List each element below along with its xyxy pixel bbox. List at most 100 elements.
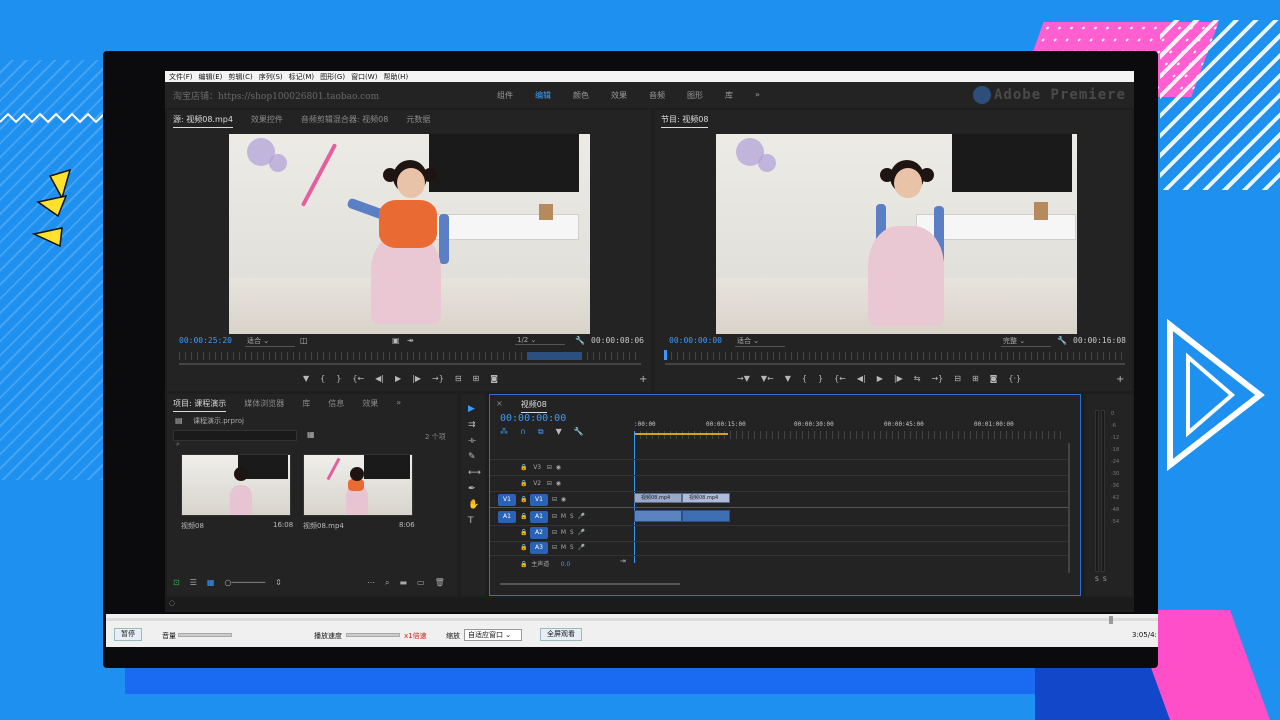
- source-patch-a1[interactable]: A1: [498, 511, 516, 523]
- track-a2-controls[interactable]: ⊟ M S 🎤: [552, 529, 585, 536]
- mark-in-icon[interactable]: {: [320, 374, 325, 383]
- workspace-tab-audio[interactable]: 音频: [649, 90, 665, 101]
- menu-item-sequence[interactable]: 序列(S): [259, 72, 283, 82]
- audio-clip[interactable]: [682, 510, 730, 522]
- fullscreen-button[interactable]: 全屏观看: [540, 628, 582, 641]
- program-fit-dropdown[interactable]: 适合 ⌄: [735, 336, 785, 347]
- export-frame-icon[interactable]: ▣: [392, 336, 400, 345]
- go-to-end-icon[interactable]: ⇥: [620, 557, 626, 565]
- pen-tool-icon[interactable]: ✒: [468, 484, 481, 494]
- sort-icon[interactable]: ⇕: [275, 578, 282, 587]
- menu-item-edit[interactable]: 编辑(E): [199, 72, 223, 82]
- tab-libraries[interactable]: 库: [302, 398, 310, 412]
- tab-info[interactable]: 信息: [328, 398, 344, 412]
- pause-button[interactable]: 暂停: [114, 628, 142, 641]
- wrench-icon[interactable]: 🔧: [1057, 336, 1067, 345]
- insert-clip-icon[interactable]: ⊟: [455, 374, 462, 383]
- add-button-icon[interactable]: +: [1116, 374, 1124, 385]
- tab-source[interactable]: 源: 视频08.mp4: [173, 114, 233, 128]
- razor-tool-icon[interactable]: ✎: [468, 452, 481, 462]
- slip-tool-icon[interactable]: ⟷: [468, 468, 481, 478]
- playback-progress-track[interactable]: [106, 618, 1158, 621]
- automate-icon[interactable]: ⋯: [367, 578, 375, 588]
- menu-item-file[interactable]: 文件(F): [169, 72, 193, 82]
- insert-icon[interactable]: ↠: [407, 336, 414, 345]
- timeline-ruler[interactable]: :00:00 00:00:15:00 00:00:30:00 00:00:45:…: [634, 421, 1064, 439]
- camera-icon[interactable]: ◙: [990, 374, 998, 383]
- track-a1-lock[interactable]: 🔒: [520, 513, 527, 520]
- mark-out-icon[interactable]: }: [336, 374, 341, 383]
- marker-icon[interactable]: ▼: [303, 374, 309, 383]
- video-clip[interactable]: 视频08.mp4: [682, 493, 730, 503]
- workspace-tab-assembly[interactable]: 组件: [497, 90, 513, 101]
- menu-item-graphics[interactable]: 图形(G): [320, 72, 345, 82]
- go-to-out-icon[interactable]: →}: [931, 374, 943, 383]
- timeline-timecode[interactable]: 00:00:00:00: [500, 413, 566, 424]
- extract-clip-icon[interactable]: ⊞: [972, 374, 979, 383]
- project-more-button[interactable]: »: [396, 398, 401, 412]
- track-a2-lock[interactable]: 🔒: [520, 529, 527, 536]
- extract-icon[interactable]: ▼←: [761, 374, 774, 383]
- workspace-tab-effects[interactable]: 效果: [611, 90, 627, 101]
- master-volume-value[interactable]: 0.0: [561, 561, 571, 568]
- zoom-slider-icon[interactable]: ○───────: [224, 578, 265, 587]
- tab-audio-clip-mixer[interactable]: 音频剪辑混合器: 视频08: [301, 114, 388, 128]
- source-current-timecode[interactable]: 00:00:25:20: [179, 336, 232, 345]
- solo-left-button[interactable]: S: [1095, 576, 1099, 583]
- source-quality-dropdown[interactable]: 1/2 ⌄: [515, 336, 565, 345]
- master-track-header[interactable]: 🔒 主声道 0.0: [520, 559, 570, 568]
- timeline-vertical-scrollbar[interactable]: [1068, 443, 1070, 573]
- trash-icon[interactable]: 🗑: [435, 578, 445, 588]
- workspace-tab-color[interactable]: 颜色: [573, 90, 589, 101]
- tab-sequence[interactable]: 视频08: [520, 399, 547, 413]
- new-bin-icon[interactable]: ▦: [307, 430, 315, 439]
- mark-in-icon[interactable]: {: [802, 374, 807, 383]
- workspace-tab-editing[interactable]: 编辑: [535, 90, 551, 101]
- selection-tool-icon[interactable]: ▶: [468, 404, 481, 414]
- play-icon[interactable]: ▶: [395, 374, 401, 383]
- marker-icon[interactable]: ▼: [785, 374, 791, 383]
- new-item-icon[interactable]: ▭: [417, 578, 425, 588]
- program-playhead[interactable]: [664, 350, 667, 360]
- speed-slider[interactable]: [346, 633, 400, 637]
- program-scrollbar[interactable]: [665, 363, 1125, 365]
- new-bin-icon[interactable]: ▬: [399, 578, 407, 588]
- playback-progress-handle[interactable]: [1109, 616, 1113, 624]
- close-icon[interactable]: ×: [496, 399, 503, 413]
- workspace-tab-graphics[interactable]: 图形: [687, 90, 703, 101]
- workspace-tab-libraries[interactable]: 库: [725, 90, 733, 101]
- hand-tool-icon[interactable]: ✋: [468, 500, 481, 510]
- track-a1-controls[interactable]: ⊟ M S 🎤: [552, 513, 585, 520]
- track-v1-target[interactable]: V1: [530, 494, 548, 506]
- menu-item-marker[interactable]: 标记(M): [289, 72, 315, 82]
- program-time-ruler[interactable]: [665, 352, 1125, 360]
- source-fit-dropdown[interactable]: 适合 ⌄: [245, 336, 295, 347]
- track-select-tool-icon[interactable]: ⇉: [468, 420, 481, 430]
- step-forward-icon[interactable]: |▶: [894, 374, 903, 383]
- tab-media-browser[interactable]: 媒体浏览器: [244, 398, 284, 412]
- menu-item-window[interactable]: 窗口(W): [351, 72, 377, 82]
- menu-item-help[interactable]: 帮助(H): [383, 72, 408, 82]
- snap-icon[interactable]: ∩: [520, 427, 526, 437]
- type-tool-icon[interactable]: T: [468, 516, 481, 526]
- tab-program[interactable]: 节目: 视频08: [661, 114, 709, 128]
- ripple-edit-tool-icon[interactable]: ⟛: [468, 436, 481, 446]
- tab-project[interactable]: 项目: 课程演示: [173, 398, 227, 412]
- tab-metadata[interactable]: 元数据: [406, 114, 430, 128]
- track-v3-header[interactable]: 🔒 V3 ⊟ ◉: [520, 464, 561, 471]
- track-a1-target[interactable]: A1: [530, 511, 548, 523]
- vr-icon[interactable]: {·}: [1008, 374, 1021, 383]
- source-patch-v1[interactable]: V1: [498, 494, 516, 506]
- go-to-in-icon[interactable]: {←: [834, 374, 846, 383]
- workspace-more-button[interactable]: »: [755, 90, 760, 101]
- track-v1-controls[interactable]: ⊟ ◉: [552, 496, 566, 503]
- program-quality-dropdown[interactable]: 完整 ⌄: [1001, 336, 1051, 347]
- track-a2-target[interactable]: A2: [530, 527, 548, 539]
- mark-out-icon[interactable]: }: [818, 374, 823, 383]
- menu-item-clip[interactable]: 剪辑(C): [228, 72, 252, 82]
- project-item-thumbnail[interactable]: [181, 454, 291, 516]
- linked-selection-icon[interactable]: ⧉: [538, 427, 544, 437]
- audio-clip[interactable]: [634, 510, 682, 522]
- step-forward-icon[interactable]: |▶: [412, 374, 421, 383]
- video-clip[interactable]: 视频08.mp4: [634, 493, 682, 503]
